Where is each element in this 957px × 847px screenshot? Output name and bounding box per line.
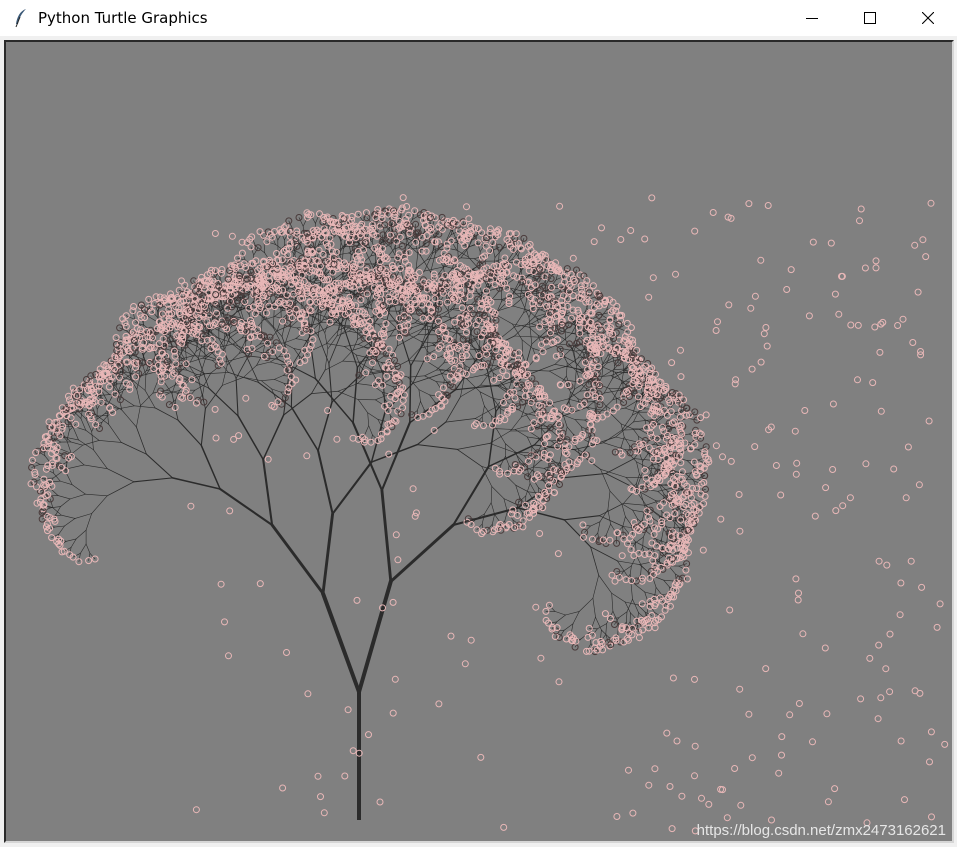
close-button[interactable] [899, 0, 957, 36]
maximize-button[interactable] [841, 0, 899, 36]
window-title: Python Turtle Graphics [38, 9, 208, 27]
title-bar: Python Turtle Graphics [0, 0, 957, 36]
tree-branches [31, 207, 707, 820]
feather-icon [10, 7, 32, 29]
maximize-icon [864, 12, 876, 24]
turtle-canvas[interactable]: https://blog.csdn.net/zmx2473162621 [4, 40, 954, 843]
minimize-button[interactable] [783, 0, 841, 36]
window-controls [783, 0, 957, 36]
cherry-tree-drawing [27, 194, 949, 835]
blossoms [27, 194, 949, 835]
close-icon [922, 12, 934, 24]
minimize-icon [806, 18, 818, 19]
watermark-url: https://blog.csdn.net/zmx2473162621 [696, 822, 946, 839]
